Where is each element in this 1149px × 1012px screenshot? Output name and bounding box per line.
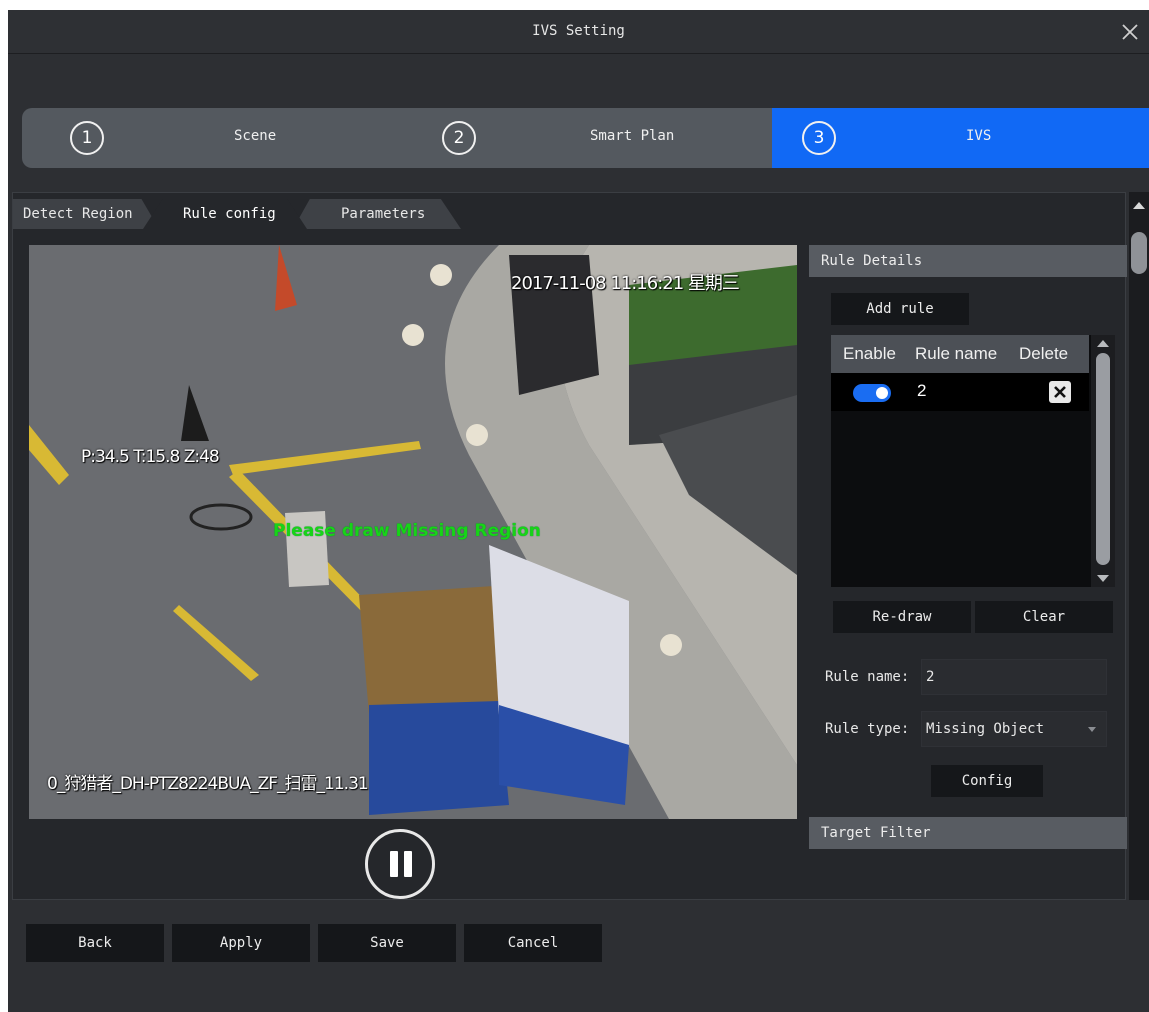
tab-rule-config[interactable]: Rule config <box>143 199 307 229</box>
column-rule-name: Rule name <box>915 344 998 363</box>
video-timestamp: 2017-11-08 11:16:21 星期三 <box>511 273 740 294</box>
redraw-button[interactable]: Re-draw <box>833 601 971 633</box>
column-enable: Enable <box>843 344 896 363</box>
rule-name-label: Rule name: <box>825 669 910 685</box>
scroll-thumb[interactable] <box>1096 353 1110 565</box>
scroll-up-icon[interactable] <box>1133 202 1145 209</box>
rule-table: Enable Rule name Delete 2 <box>831 335 1115 587</box>
chevron-down-icon <box>1088 727 1096 732</box>
close-button[interactable] <box>1121 18 1145 46</box>
step-label: IVS <box>966 128 992 144</box>
close-icon <box>1122 24 1138 40</box>
tab-bar: Detect Region Parameters Rule config <box>13 193 1125 229</box>
wizard-stepper: 1 Scene 2 Smart Plan 3 IVS <box>22 108 1149 168</box>
config-button[interactable]: Config <box>931 765 1043 797</box>
step-label: Smart Plan <box>590 128 675 144</box>
scroll-down-icon[interactable] <box>1097 575 1109 582</box>
rule-name-cell: 2 <box>917 381 927 400</box>
tab-parameters[interactable]: Parameters <box>293 199 461 229</box>
save-button[interactable]: Save <box>318 924 456 962</box>
back-button[interactable]: Back <box>26 924 164 962</box>
video-preview[interactable]: 2017-11-08 11:16:21 星期三 P:34.5 T:15.8 Z:… <box>29 245 797 819</box>
step-scene[interactable]: 1 Scene <box>22 108 396 168</box>
tab-detect-region[interactable]: Detect Region <box>13 199 159 229</box>
panel-scrollbar[interactable] <box>1129 192 1149 900</box>
delete-rule-button[interactable] <box>1049 381 1071 403</box>
add-rule-button[interactable]: Add rule <box>831 293 969 325</box>
rule-type-label: Rule type: <box>825 721 910 737</box>
draw-prompt: Please draw Missing Region <box>273 521 541 541</box>
camera-name: 0_狩猎者_DH-PTZ8224BUA_ZF_扫雷_11.31 <box>47 774 369 794</box>
step-ivs[interactable]: 3 IVS <box>772 108 1149 168</box>
rule-type-select[interactable]: Missing Object <box>921 711 1107 747</box>
step-smart-plan[interactable]: 2 Smart Plan <box>396 108 772 168</box>
column-delete: Delete <box>1019 344 1069 363</box>
table-row[interactable]: 2 <box>831 373 1089 411</box>
target-filter-header[interactable]: Target Filter <box>809 817 1127 849</box>
scroll-thumb[interactable] <box>1131 232 1147 274</box>
clear-button[interactable]: Clear <box>975 601 1113 633</box>
scroll-up-icon[interactable] <box>1097 340 1109 347</box>
rule-table-scrollbar[interactable] <box>1091 335 1115 587</box>
pause-button[interactable] <box>365 829 435 899</box>
rule-type-value: Missing Object <box>926 721 1045 737</box>
cancel-button[interactable]: Cancel <box>464 924 602 962</box>
apply-button[interactable]: Apply <box>172 924 310 962</box>
step-number: 2 <box>442 121 476 155</box>
content-panel: Detect Region Parameters Rule config 201… <box>12 192 1127 900</box>
delete-icon <box>1054 386 1066 398</box>
step-number: 1 <box>70 121 104 155</box>
title-bar: IVS Setting <box>8 10 1149 54</box>
rule-table-header: Enable Rule name Delete <box>831 335 1089 373</box>
ptz-readout: P:34.5 T:15.8 Z:48 <box>81 447 220 467</box>
step-number: 3 <box>802 121 836 155</box>
ivs-setting-window: IVS Setting 1 Scene 2 Smart Plan 3 IVS D… <box>8 10 1149 1012</box>
step-label: Scene <box>234 128 277 144</box>
rule-details-header[interactable]: Rule Details <box>809 245 1127 277</box>
enable-toggle[interactable] <box>853 384 891 402</box>
window-title: IVS Setting <box>532 23 625 39</box>
rule-name-field[interactable]: 2 <box>921 659 1107 695</box>
